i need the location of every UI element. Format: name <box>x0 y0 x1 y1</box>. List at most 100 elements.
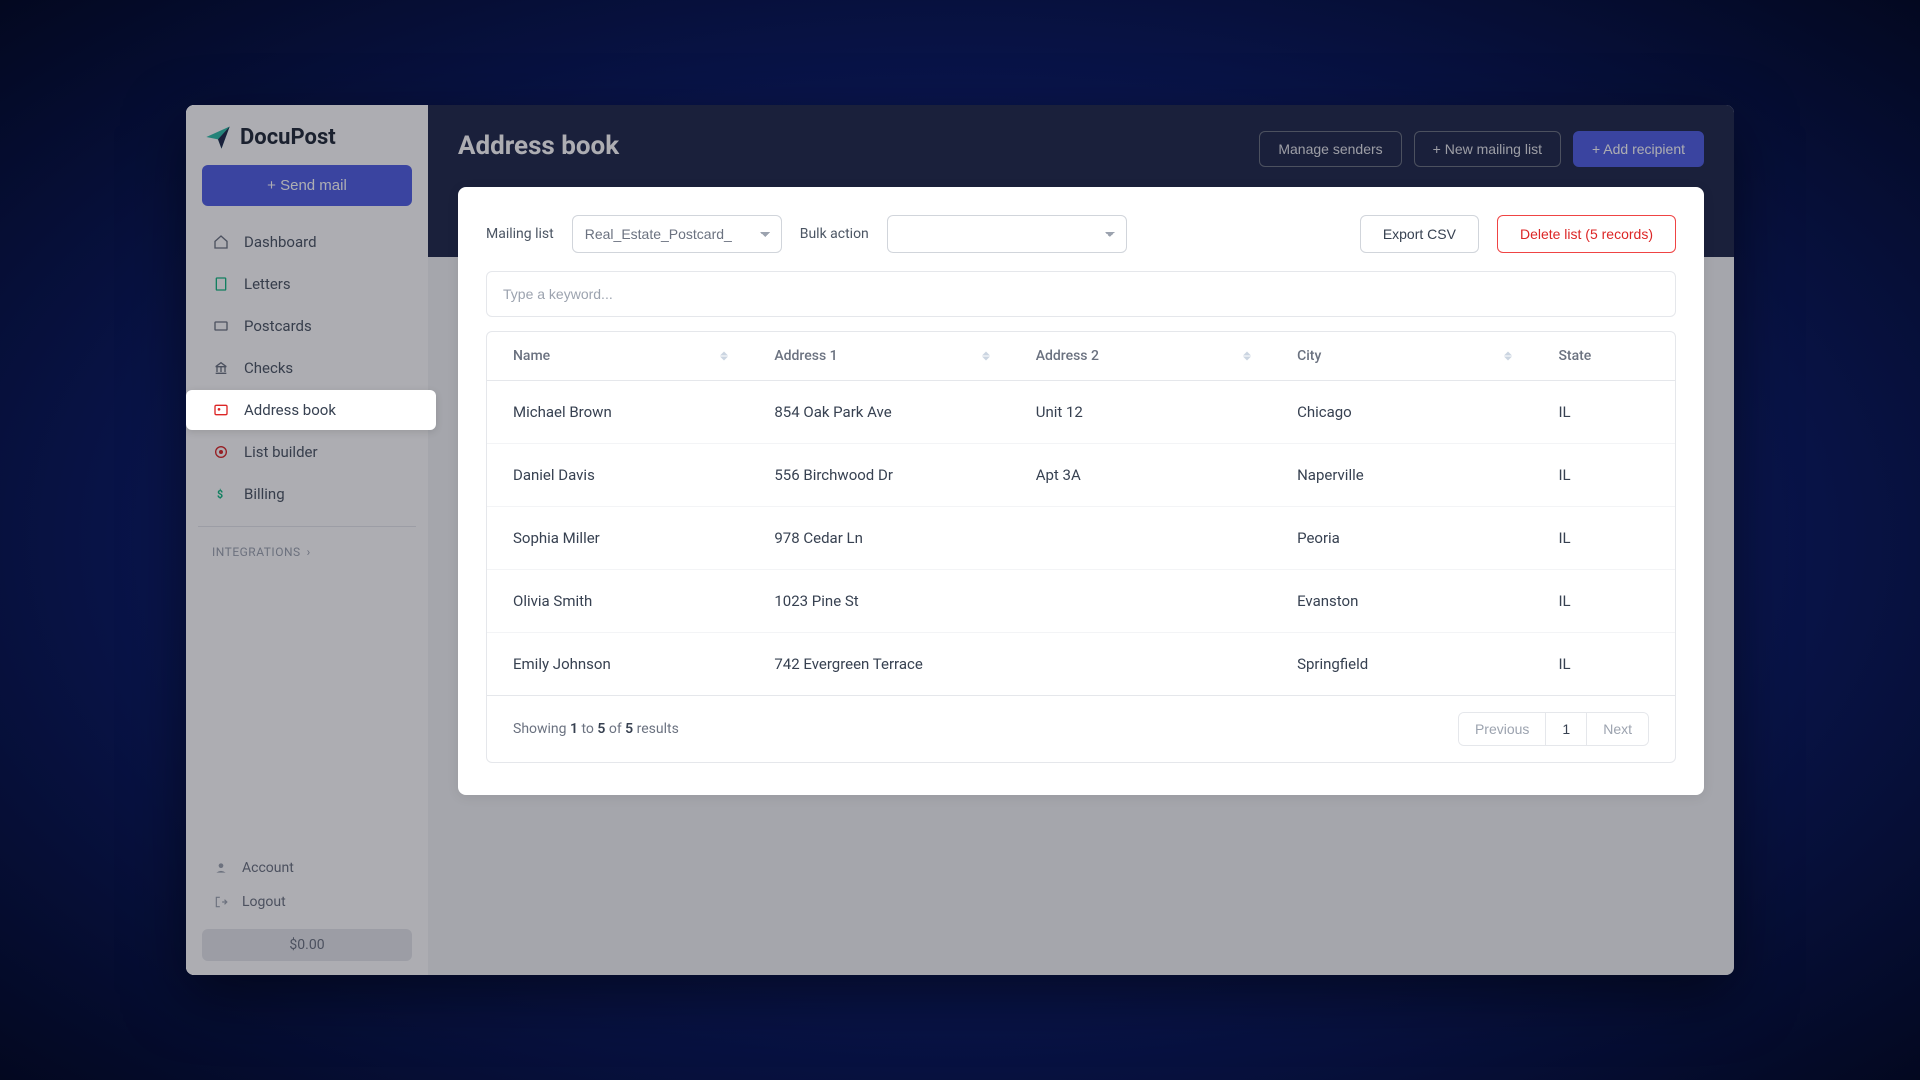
table-row[interactable]: Olivia Smith1023 Pine St EvanstonIL <box>487 570 1675 633</box>
cell-state: IL <box>1532 633 1675 696</box>
brand: DocuPost <box>198 123 416 165</box>
table-row[interactable]: Sophia Miller978 Cedar LnPeoriaIL <box>487 507 1675 570</box>
nav-label: List builder <box>244 443 318 461</box>
export-csv-button[interactable]: Export CSV <box>1360 215 1479 253</box>
cell-city: Springfield <box>1271 633 1532 696</box>
cell-address1: 1023 Pine St <box>748 570 1009 633</box>
sort-icon <box>982 352 990 361</box>
cell-city: Chicago <box>1271 381 1532 444</box>
nav-label: Checks <box>244 359 293 377</box>
cell-name: Michael Brown <box>487 381 748 444</box>
filter-row: Mailing list Real_Estate_Postcard_ Bulk … <box>486 215 1676 253</box>
sort-icon <box>1504 352 1512 361</box>
sidebar-item-checks[interactable]: Checks <box>198 348 416 388</box>
sidebar-item-address-book[interactable]: Address book <box>186 390 436 430</box>
page-title: Address book <box>458 131 619 161</box>
mailing-list-select[interactable]: Real_Estate_Postcard_ <box>572 215 782 253</box>
nav-label: Letters <box>244 275 291 293</box>
delete-list-button[interactable]: Delete list (5 records) <box>1497 215 1676 253</box>
cell-address2: Apt 3A <box>1010 444 1271 507</box>
col-label: City <box>1297 348 1321 364</box>
cell-name: Daniel Davis <box>487 444 748 507</box>
sort-icon <box>1243 352 1251 361</box>
recipients-table: Name Address 1 Address 2 City State Mich… <box>487 332 1675 695</box>
cell-city: Naperville <box>1271 444 1532 507</box>
nav-label: Dashboard <box>244 233 317 251</box>
cell-state: IL <box>1532 507 1675 570</box>
account-label: Account <box>242 860 294 876</box>
cell-name: Olivia Smith <box>487 570 748 633</box>
cell-address2 <box>1010 507 1271 570</box>
cell-city: Peoria <box>1271 507 1532 570</box>
nav-label: Postcards <box>244 317 312 335</box>
col-label: Address 1 <box>774 348 837 364</box>
col-label: State <box>1558 348 1591 364</box>
sidebar-item-list-builder[interactable]: List builder <box>198 432 416 472</box>
table-header-row: Name Address 1 Address 2 City State <box>487 332 1675 381</box>
col-city[interactable]: City <box>1271 332 1532 381</box>
main: Address book Manage senders + New mailin… <box>428 105 1734 975</box>
sidebar: DocuPost + Send mail Dashboard Letters P… <box>186 105 428 975</box>
chevron-right-icon: › <box>307 545 311 559</box>
balance-pill[interactable]: $0.00 <box>202 929 412 961</box>
top-actions: Manage senders + New mailing list + Add … <box>1259 131 1704 167</box>
cell-city: Evanston <box>1271 570 1532 633</box>
integrations-section[interactable]: INTEGRATIONS › <box>198 526 416 567</box>
col-state[interactable]: State <box>1532 332 1675 381</box>
new-mailing-list-button[interactable]: + New mailing list <box>1414 131 1561 167</box>
table-footer: Showing 1 to 5 of 5 results Previous 1 N… <box>487 695 1675 762</box>
table-row[interactable]: Emily Johnson742 Evergreen Terrace Spring… <box>487 633 1675 696</box>
svg-text:$: $ <box>217 488 223 501</box>
image-icon <box>212 317 230 335</box>
add-recipient-button[interactable]: + Add recipient <box>1573 131 1704 167</box>
col-address1[interactable]: Address 1 <box>748 332 1009 381</box>
address-card-icon <box>212 401 230 419</box>
logout-link[interactable]: Logout <box>198 885 416 919</box>
sidebar-item-dashboard[interactable]: Dashboard <box>198 222 416 262</box>
brand-name: DocuPost <box>240 125 336 150</box>
logout-icon <box>212 893 230 911</box>
sidebar-item-postcards[interactable]: Postcards <box>198 306 416 346</box>
cell-address1: 978 Cedar Ln <box>748 507 1009 570</box>
manage-senders-button[interactable]: Manage senders <box>1259 131 1401 167</box>
file-icon <box>212 275 230 293</box>
bank-icon <box>212 359 230 377</box>
cell-state: IL <box>1532 570 1675 633</box>
sidebar-item-billing[interactable]: $ Billing <box>198 474 416 514</box>
search-input[interactable] <box>486 271 1676 317</box>
next-button[interactable]: Next <box>1587 713 1648 745</box>
cell-address2 <box>1010 633 1271 696</box>
account-link[interactable]: Account <box>198 851 416 885</box>
content-card: Mailing list Real_Estate_Postcard_ Bulk … <box>458 187 1704 795</box>
target-icon <box>212 443 230 461</box>
nav-label: Billing <box>244 485 285 503</box>
cell-address2: Unit 12 <box>1010 381 1271 444</box>
previous-button[interactable]: Previous <box>1459 713 1546 745</box>
paper-plane-icon <box>204 123 232 151</box>
col-label: Address 2 <box>1036 348 1099 364</box>
cell-name: Emily Johnson <box>487 633 748 696</box>
section-label-text: INTEGRATIONS <box>212 545 301 559</box>
page-1-button[interactable]: 1 <box>1546 713 1587 745</box>
dollar-icon: $ <box>212 485 230 503</box>
cell-address1: 742 Evergreen Terrace <box>748 633 1009 696</box>
bulk-action-select[interactable] <box>887 215 1127 253</box>
col-name[interactable]: Name <box>487 332 748 381</box>
col-address2[interactable]: Address 2 <box>1010 332 1271 381</box>
col-label: Name <box>513 348 550 364</box>
results-summary: Showing 1 to 5 of 5 results <box>513 721 679 737</box>
cell-state: IL <box>1532 381 1675 444</box>
sort-icon <box>720 352 728 361</box>
bulk-action-label: Bulk action <box>800 226 869 242</box>
table-row[interactable]: Daniel Davis556 Birchwood DrApt 3ANaperv… <box>487 444 1675 507</box>
nav-label: Address book <box>244 401 336 419</box>
send-mail-button[interactable]: + Send mail <box>202 165 412 206</box>
app-window: DocuPost + Send mail Dashboard Letters P… <box>186 105 1734 975</box>
sidebar-item-letters[interactable]: Letters <box>198 264 416 304</box>
table-row[interactable]: Michael Brown854 Oak Park AveUnit 12Chic… <box>487 381 1675 444</box>
sidebar-footer: Account Logout $0.00 <box>198 851 416 961</box>
cell-address2 <box>1010 570 1271 633</box>
pager: Previous 1 Next <box>1458 712 1649 746</box>
table-wrap: Name Address 1 Address 2 City State Mich… <box>486 331 1676 763</box>
cell-address1: 556 Birchwood Dr <box>748 444 1009 507</box>
